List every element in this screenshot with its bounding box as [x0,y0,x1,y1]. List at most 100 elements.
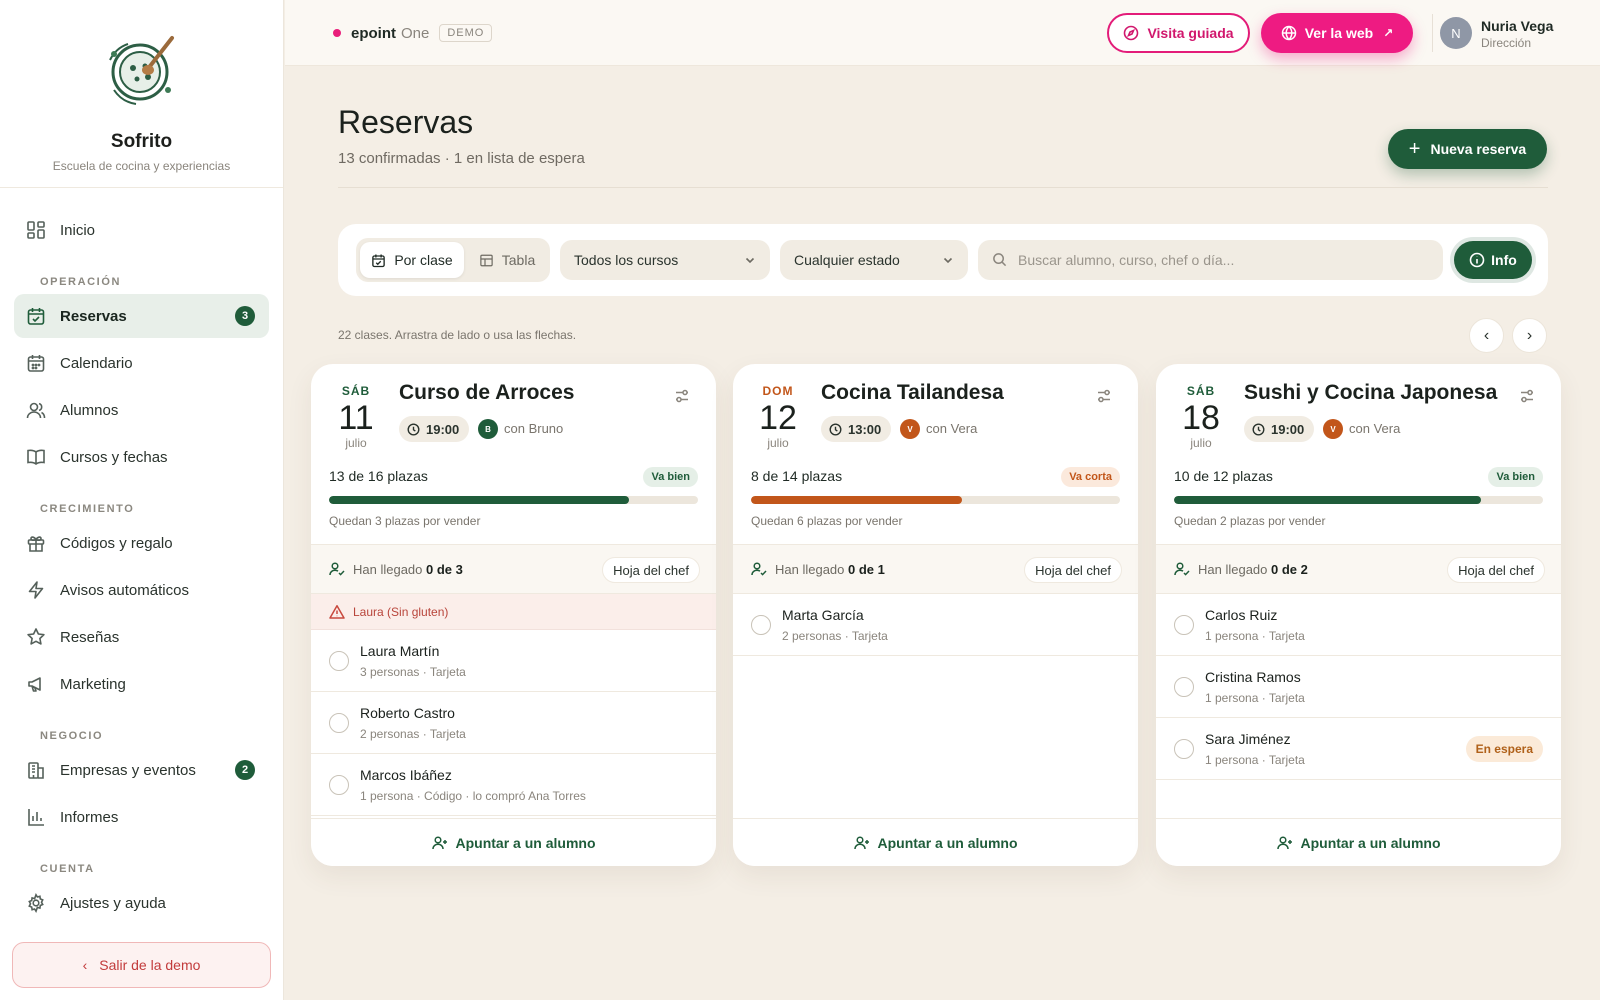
student-row[interactable]: Cristina Ramos 1 persona · Tarjeta [1156,656,1561,718]
arrival-checkbox[interactable] [329,651,349,671]
course-select[interactable]: Todos los cursos [560,240,770,280]
arrival-checkbox[interactable] [1174,739,1194,759]
guided-tour-button[interactable]: Visita guiada [1107,13,1250,53]
chef-sheet-button[interactable]: Hoja del chef [1024,557,1122,583]
chevron-down-icon [744,253,756,269]
arrival-checkbox[interactable] [1174,677,1194,697]
status-select[interactable]: Cualquier estado [780,240,968,280]
status-badge: Va corta [1061,467,1120,487]
sidebar-item-cursos[interactable]: Cursos y fechas [14,435,269,479]
warning-icon [329,604,345,620]
student-meta: 3 personas · Tarjeta [360,665,466,679]
section-cuenta: CUENTA [40,863,95,875]
status-badge: Va bien [643,467,698,487]
sidebar-item-inicio[interactable]: Inicio [14,208,269,252]
add-student-label: Apuntar a un alumno [877,834,1018,851]
chef-name: con Vera [1349,421,1401,436]
avatar[interactable]: N [1440,17,1472,49]
gear-icon [26,893,46,913]
month: julio [345,436,367,450]
date-block: DOM 12 julio [751,384,805,450]
student-name: Marta García [782,607,864,623]
class-card: DOM 12 julio Cocina Tailandesa 13:00 V c… [733,364,1138,866]
view-by-class-label: Por clase [394,252,453,268]
sidebar-item-empresas[interactable]: Empresas y eventos 2 [14,748,269,792]
new-booking-button[interactable]: + Nueva reserva [1388,129,1547,169]
chef-sheet-button[interactable]: Hoja del chef [602,557,700,583]
book-icon [26,447,46,467]
sliders-icon[interactable] [674,388,690,404]
add-student-button[interactable]: Apuntar a un alumno [311,818,716,866]
sidebar-item-informes[interactable]: Informes [14,795,269,839]
sidebar-item-label: Reservas [60,307,127,325]
sidebar-item-calendario[interactable]: Calendario [14,341,269,385]
class-title[interactable]: Sushi y Cocina Japonesa [1244,381,1497,405]
sidebar-item-codigos[interactable]: Códigos y regalo [14,521,269,565]
info-label: Info [1491,252,1517,268]
clock-icon [407,423,420,436]
add-student-label: Apuntar a un alumno [1300,834,1441,851]
month: julio [1190,436,1212,450]
student-meta: 1 persona · Código · lo compró Ana Torre… [360,789,586,803]
student-row[interactable]: Carlos Ruiz 1 persona · Tarjeta [1156,594,1561,656]
arrival-checkbox[interactable] [751,615,771,635]
prev-button[interactable]: ‹ [1469,318,1504,353]
view-website-button[interactable]: Ver la web ↗ [1261,13,1413,53]
user-plus-icon [853,835,870,851]
capacity-bar [329,496,698,504]
chevron-down-icon [942,253,954,269]
view-table-label: Tabla [501,252,536,268]
sidebar-item-label: Ajustes y ayuda [60,894,166,912]
student-row[interactable]: Roberto Castro 2 personas · Tarjeta [311,692,716,754]
view-by-class-button[interactable]: Por clase [360,242,464,278]
calendar-check-icon [371,253,386,268]
user-name[interactable]: Nuria Vega [1481,18,1553,34]
student-row[interactable]: Laura Martín 3 personas · Tarjeta [311,630,716,692]
sliders-icon[interactable] [1096,388,1112,404]
student-row[interactable]: Sara Jiménez 1 persona · Tarjeta En espe… [1156,718,1561,780]
sidebar-item-alumnos[interactable]: Alumnos [14,388,269,432]
clock-icon [829,423,842,436]
search-input[interactable] [1018,252,1418,268]
sidebar-item-reservas[interactable]: Reservas 3 [14,294,269,338]
count-badge: 2 [235,760,255,780]
student-name: Carlos Ruiz [1205,607,1278,623]
class-card: SÁB 11 julio Curso de Arroces 19:00 B co… [311,364,716,866]
sidebar-item-resenas[interactable]: Reseñas [14,615,269,659]
building-icon [26,760,46,780]
class-card: SÁB 18 julio Sushi y Cocina Japonesa 19:… [1156,364,1561,866]
time-pill: 19:00 [399,416,470,442]
class-title[interactable]: Curso de Arroces [399,381,574,405]
sliders-icon[interactable] [1519,388,1535,404]
sidebar-item-avisos[interactable]: Avisos automáticos [14,568,269,612]
capacity-bar [751,496,1120,504]
student-meta: 2 personas · Tarjeta [782,629,888,643]
dashboard-icon [26,220,46,240]
view-table-button[interactable]: Tabla [468,242,546,278]
arrival-checkbox[interactable] [329,775,349,795]
arrival-row: Han llegado 0 de 1 Hoja del chef [733,544,1138,594]
sidebar-item-label: Informes [60,808,119,826]
arrival-checkbox[interactable] [1174,615,1194,635]
sidebar-item-label: Inicio [60,221,96,239]
capacity-bar [1174,496,1543,504]
divider [1432,14,1433,52]
page-title: Reservas [338,104,474,140]
class-title[interactable]: Cocina Tailandesa [821,381,1004,405]
sidebar-item-label: Códigos y regalo [60,534,173,552]
gift-icon [26,533,46,553]
add-student-button[interactable]: Apuntar a un alumno [733,818,1138,866]
chef-sheet-button[interactable]: Hoja del chef [1447,557,1545,583]
exit-demo-button[interactable]: ‹ Salir de la demo [12,942,271,988]
add-student-button[interactable]: Apuntar a un alumno [1156,818,1561,866]
student-row[interactable]: Marta García 2 personas · Tarjeta [733,594,1138,656]
info-button[interactable]: Info [1454,241,1532,279]
arrival-checkbox[interactable] [329,713,349,733]
student-name: Marcos Ibáñez [360,767,452,783]
next-button[interactable]: › [1512,318,1547,353]
sidebar-item-ajustes[interactable]: Ajustes y ayuda [14,881,269,925]
student-row[interactable]: Marcos Ibáñez 1 persona · Código · lo co… [311,754,716,816]
student-name: Roberto Castro [360,705,455,721]
filter-bar: Por clase Tabla Todos los cursos Cualqui… [338,224,1548,296]
sidebar-item-marketing[interactable]: Marketing [14,662,269,706]
